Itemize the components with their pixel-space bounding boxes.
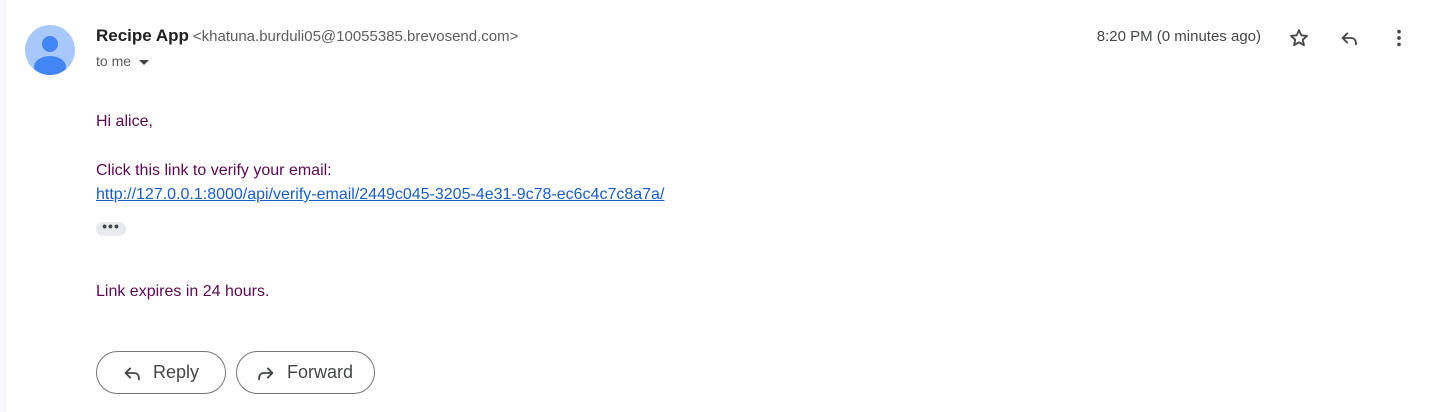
sender-avatar[interactable] <box>25 25 75 75</box>
caret-down-icon[interactable] <box>139 59 150 65</box>
star-icon <box>1290 29 1308 47</box>
reply-icon <box>121 362 143 384</box>
more-options-button[interactable] <box>1384 23 1414 53</box>
sender-name[interactable]: Recipe App <box>96 26 189 46</box>
star-button[interactable] <box>1284 23 1314 53</box>
reply-icon <box>1341 32 1357 46</box>
reply-icon-button[interactable] <box>1334 23 1364 53</box>
forward-icon <box>255 362 277 384</box>
email-timestamp: 8:20 PM (0 minutes ago) <box>1096 28 1261 45</box>
recipient-line: to me <box>96 53 132 69</box>
sender-line: Recipe App <khatuna.burduli05@10055385.b… <box>96 26 518 48</box>
left-panel-edge <box>0 0 6 412</box>
show-trimmed-content-button[interactable]: ••• <box>96 219 126 236</box>
instruction-text: Click this link to verify your email: <box>96 162 332 179</box>
reply-button-label: Reply <box>153 362 200 382</box>
greeting-text: Hi alice, <box>96 113 153 130</box>
sender-email: <khatuna.burduli05@10055385.brevosend.co… <box>192 28 519 45</box>
more-vert-icon <box>1397 29 1401 47</box>
expiry-note: Link expires in 24 hours. <box>96 283 270 300</box>
recipient-details-toggle[interactable]: to me <box>96 53 150 69</box>
forward-button-label: Forward <box>287 362 354 382</box>
reply-button[interactable]: Reply <box>96 351 226 394</box>
person-avatar-icon <box>34 36 66 75</box>
forward-button[interactable]: Forward <box>236 351 375 394</box>
verify-email-link[interactable]: http://127.0.0.1:8000/api/verify-email/2… <box>96 183 664 207</box>
